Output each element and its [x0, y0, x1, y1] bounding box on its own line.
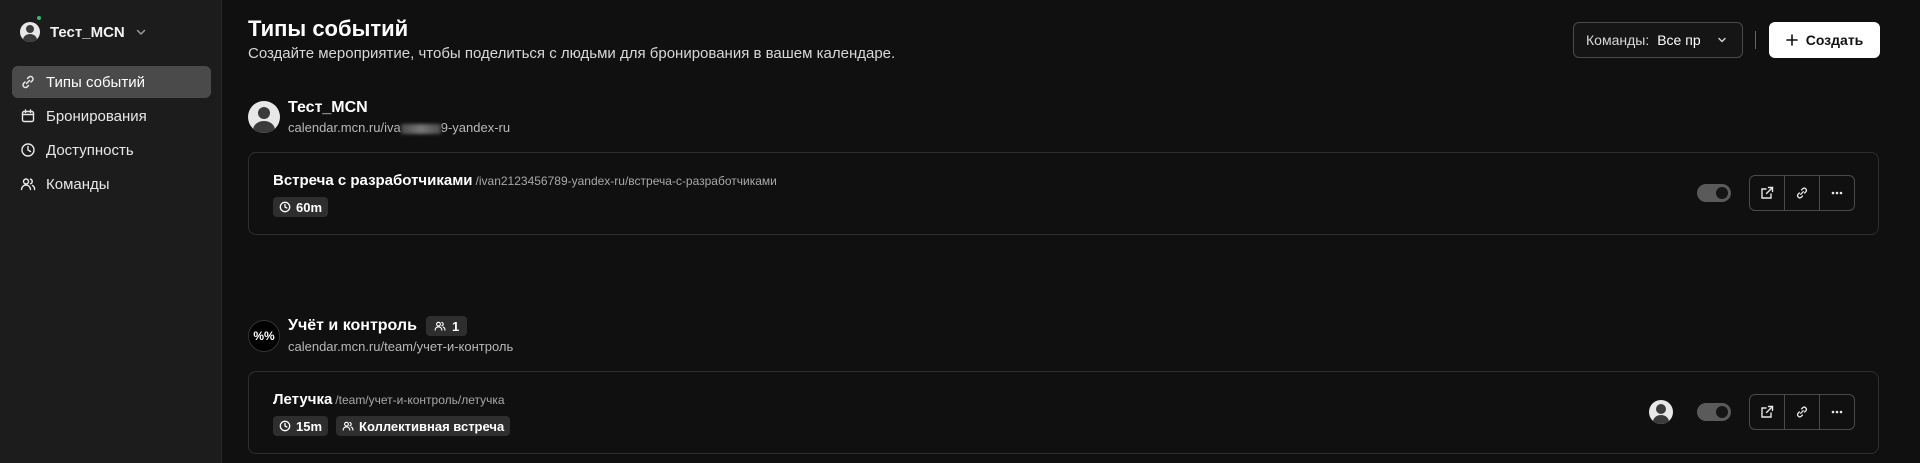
- duration-badge: 15m: [273, 416, 329, 436]
- more-horizontal-icon: [1830, 405, 1844, 419]
- team-filter-select[interactable]: Команды: Все пр: [1573, 22, 1743, 58]
- sidebar-item-bookings[interactable]: Бронирования: [12, 100, 211, 132]
- external-link-icon: [1760, 405, 1774, 419]
- online-status-dot: [35, 14, 43, 22]
- group-name: Тест_MCN: [288, 99, 368, 116]
- event-slug: /ivan2123456789-yandex-ru/встреча-с-разр…: [475, 174, 777, 188]
- sidebar-item-event-types[interactable]: Типы событий: [12, 66, 211, 98]
- plus-icon: [1785, 34, 1798, 46]
- host-avatar: [1649, 400, 1673, 424]
- event-type-label: Коллективная встреча: [359, 418, 505, 434]
- create-button-label: Создать: [1805, 32, 1864, 48]
- external-link-icon: [1760, 186, 1774, 200]
- event-title-line: Встреча с разработчиками/ivan2123456789-…: [273, 172, 777, 189]
- team-filter-label: Команды:: [1586, 32, 1650, 48]
- redacted-text: [400, 123, 441, 134]
- sidebar-item-teams[interactable]: Команды: [12, 168, 211, 200]
- event-badges: 15m Коллективная встреча: [273, 416, 511, 436]
- clock-icon: [279, 201, 291, 213]
- link-icon: [1795, 405, 1809, 419]
- user-name: Тест_MCN: [50, 23, 125, 41]
- sidebar-item-label: Бронирования: [46, 107, 147, 125]
- user-menu[interactable]: Тест_MCN: [20, 20, 147, 44]
- event-title-line: Летучка/team/учет-и-контроль/летучка: [273, 391, 505, 408]
- sidebar-item-availability[interactable]: Доступность: [12, 134, 211, 166]
- users-icon: [342, 420, 354, 432]
- event-title: Летучка: [273, 391, 333, 408]
- event-actions: [1749, 175, 1855, 211]
- user-group-avatar: [248, 101, 280, 133]
- header-divider: [1755, 31, 1756, 49]
- group-link-suffix: 9-yandex-ru: [440, 120, 511, 135]
- copy-link-button[interactable]: [1785, 176, 1820, 210]
- event-actions: [1749, 394, 1855, 430]
- users-icon: [434, 320, 446, 332]
- event-title: Встреча с разработчиками: [273, 172, 473, 189]
- link-icon: [1795, 186, 1809, 200]
- more-horizontal-icon: [1830, 186, 1844, 200]
- open-event-button[interactable]: [1750, 395, 1785, 429]
- copy-link-button[interactable]: [1785, 395, 1820, 429]
- clock-icon: [20, 142, 36, 158]
- sidebar: Тест_MCN Типы событий Бронирования Досту…: [0, 0, 222, 463]
- more-options-button[interactable]: [1820, 176, 1854, 210]
- duration-badge: 60m: [273, 197, 329, 217]
- team-link: calendar.mcn.ru/team/учет-и-контроль: [288, 339, 514, 354]
- duration-value: 15m: [296, 418, 323, 434]
- create-button[interactable]: Создать: [1769, 22, 1880, 58]
- team-filter-value: Все пр: [1657, 32, 1701, 48]
- members-count-badge: 1: [426, 316, 468, 336]
- sidebar-item-label: Типы событий: [46, 73, 145, 91]
- group-link-prefix: calendar.mcn.ru/iva: [288, 120, 401, 135]
- event-slug: /team/учет-и-контроль/летучка: [335, 393, 505, 407]
- team-avatar: %%: [248, 320, 280, 352]
- main-content: Типы событий Создайте мероприятие, чтобы…: [222, 0, 1920, 463]
- sidebar-nav: Типы событий Бронирования Доступность Ко…: [12, 66, 211, 202]
- open-event-button[interactable]: [1750, 176, 1785, 210]
- chevron-down-icon: [1717, 35, 1727, 45]
- event-type-badge: Коллективная встреча: [336, 416, 511, 436]
- members-count: 1: [452, 318, 460, 334]
- chevron-down-icon: [135, 26, 147, 38]
- more-options-button[interactable]: [1820, 395, 1854, 429]
- event-badges: 60m: [273, 197, 329, 217]
- sidebar-item-label: Доступность: [46, 141, 134, 159]
- page-subtitle: Создайте мероприятие, чтобы поделиться с…: [248, 45, 896, 62]
- page-title: Типы событий: [248, 16, 409, 41]
- event-enabled-toggle[interactable]: [1697, 403, 1731, 421]
- event-type-card[interactable]: Встреча с разработчиками/ivan2123456789-…: [248, 152, 1879, 235]
- link-icon: [20, 74, 36, 90]
- group-link: calendar.mcn.ru/iva 9-yandex-ru: [288, 120, 510, 135]
- users-icon: [20, 176, 36, 192]
- clock-icon: [279, 420, 291, 432]
- event-enabled-toggle[interactable]: [1697, 184, 1731, 202]
- team-name: Учёт и контроль: [288, 317, 417, 334]
- sidebar-item-label: Команды: [46, 175, 110, 193]
- user-avatar: [20, 22, 40, 42]
- duration-value: 60m: [296, 199, 323, 215]
- calendar-icon: [20, 108, 36, 124]
- event-type-card[interactable]: Летучка/team/учет-и-контроль/летучка 15m…: [248, 371, 1879, 454]
